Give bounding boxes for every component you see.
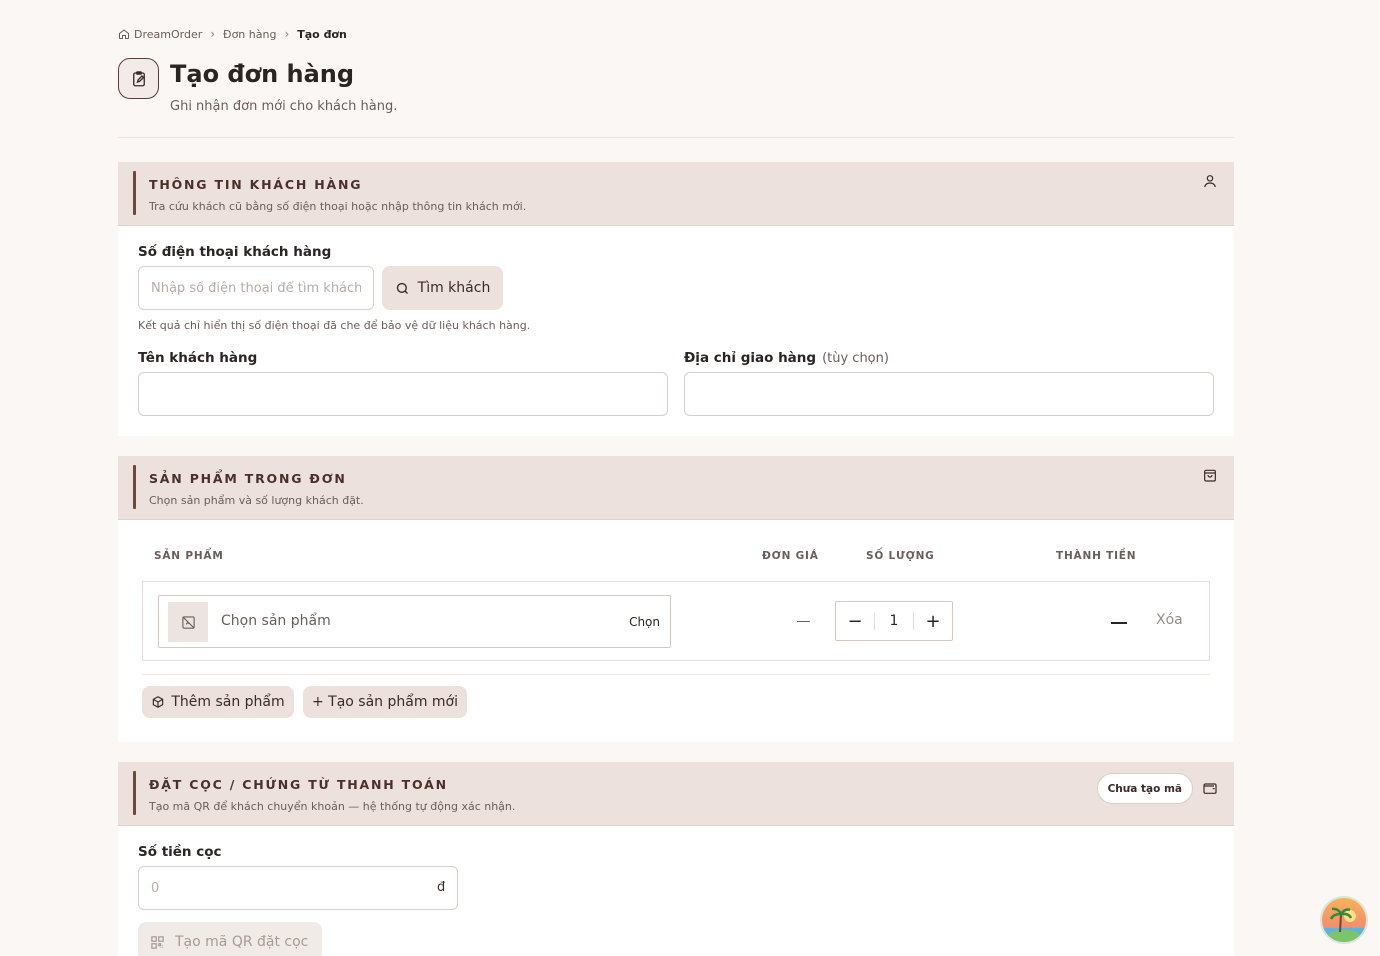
table-row: Chọn sản phẩm Chọn − 1 + Xóa (142, 581, 1210, 661)
section-description: Tra cứu khách cũ bằng số điện thoại hoặc… (149, 200, 527, 213)
name-label: Tên khách hàng (138, 350, 258, 366)
column-product: SẢN PHẨM (154, 550, 224, 562)
qr-code-icon (151, 935, 164, 949)
section-title: ĐẶT CỌC / CHỨNG TỪ THANH TOÁN (149, 777, 448, 792)
quantity-value[interactable]: 1 (874, 612, 914, 630)
address-input[interactable] (684, 372, 1214, 416)
find-customer-button[interactable]: Tìm khách (382, 266, 503, 310)
product-picker[interactable]: Chọn sản phẩm Chọn (158, 595, 671, 648)
chevron-right-icon: › (210, 27, 216, 41)
header-divider (118, 137, 1234, 138)
choose-product-link[interactable]: Chọn (629, 615, 660, 629)
products-body: SẢN PHẨM ĐƠN GIÁ SỐ LƯỢNG THÀNH TIỀN Chọ… (118, 520, 1234, 742)
create-product-label: + Tạo sản phẩm mới (311, 694, 459, 710)
user-icon (1204, 175, 1216, 188)
find-customer-label: Tìm khách (417, 280, 491, 296)
name-input[interactable] (138, 372, 668, 416)
breadcrumb: DreamOrder › Đơn hàng › Tạo đơn (118, 27, 347, 41)
clipboard-edit-icon (118, 58, 159, 99)
home-icon (119, 29, 129, 39)
phone-label: Số điện thoại khách hàng (138, 244, 332, 260)
section-description: Tạo mã QR để khách chuyển khoản — hệ thố… (149, 800, 516, 813)
package-icon (153, 696, 164, 708)
search-icon (396, 282, 408, 294)
section-accent-bar (133, 171, 136, 215)
section-header: THÔNG TIN KHÁCH HÀNG Tra cứu khách cũ bằ… (118, 162, 1234, 226)
section-accent-bar (133, 465, 136, 509)
page-title: Tạo đơn hàng (170, 60, 355, 88)
address-label-text: Địa chỉ giao hàng (684, 350, 817, 366)
unit-price-empty (797, 621, 810, 622)
column-total: THÀNH TIỀN (1056, 550, 1137, 562)
minus-icon[interactable]: − (836, 602, 874, 640)
column-price: ĐƠN GIÁ (762, 550, 819, 562)
address-optional: (tùy chọn) (822, 351, 889, 366)
breadcrumb-home[interactable]: DreamOrder (134, 28, 202, 41)
section-accent-bar (133, 771, 136, 815)
add-product-button[interactable]: Thêm sản phẩm (142, 686, 294, 718)
create-qr-button[interactable]: Tạo mã QR đặt cọc (138, 922, 322, 956)
section-description: Chọn sản phẩm và số lượng khách đặt. (149, 494, 364, 507)
column-quantity: SỐ LƯỢNG (866, 550, 935, 562)
row-divider (142, 674, 1210, 675)
section-header: ĐẶT CỌC / CHỨNG TỪ THANH TOÁN Tạo mã QR … (118, 762, 1234, 826)
quantity-stepper[interactable]: − 1 + (835, 601, 953, 641)
create-product-button[interactable]: + Tạo sản phẩm mới (303, 686, 467, 718)
breadcrumb-orders[interactable]: Đơn hàng (223, 28, 276, 41)
image-off-icon (168, 602, 208, 642)
shopping-bag-icon (1204, 469, 1216, 482)
section-title: THÔNG TIN KHÁCH HÀNG (149, 177, 363, 192)
product-placeholder: Chọn sản phẩm (221, 613, 331, 629)
add-product-label: Thêm sản phẩm (171, 694, 285, 710)
chevron-right-icon: › (284, 27, 290, 41)
section-title: SẢN PHẨM TRONG ĐƠN (149, 471, 347, 486)
delete-row-button[interactable]: Xóa (1156, 612, 1183, 628)
deposit-amount-input[interactable] (138, 866, 458, 910)
line-total-empty (1111, 622, 1127, 624)
create-qr-label: Tạo mã QR đặt cọc (175, 934, 309, 950)
avatar[interactable] (1320, 896, 1368, 944)
plus-icon[interactable]: + (914, 602, 952, 640)
page-subtitle: Ghi nhận đơn mới cho khách hàng. (170, 99, 398, 114)
wallet-icon (1203, 783, 1217, 794)
customer-section: THÔNG TIN KHÁCH HÀNG Tra cứu khách cũ bằ… (118, 162, 1234, 436)
currency-symbol: đ (437, 880, 446, 895)
section-header: SẢN PHẨM TRONG ĐƠN Chọn sản phẩm và số l… (118, 456, 1234, 520)
products-section: SẢN PHẨM TRONG ĐƠN Chọn sản phẩm và số l… (118, 456, 1234, 742)
deposit-amount-label: Số tiền cọc (138, 844, 222, 860)
phone-hint: Kết quả chỉ hiển thị số điện thoại đã ch… (138, 319, 531, 332)
address-label: Địa chỉ giao hàng (tùy chọn) (684, 350, 889, 366)
deposit-section: ĐẶT CỌC / CHỨNG TỪ THANH TOÁN Tạo mã QR … (118, 762, 1234, 956)
breadcrumb-current: Tạo đơn (297, 27, 347, 41)
status-badge: Chưa tạo mã (1096, 773, 1193, 804)
phone-input[interactable] (138, 266, 374, 310)
